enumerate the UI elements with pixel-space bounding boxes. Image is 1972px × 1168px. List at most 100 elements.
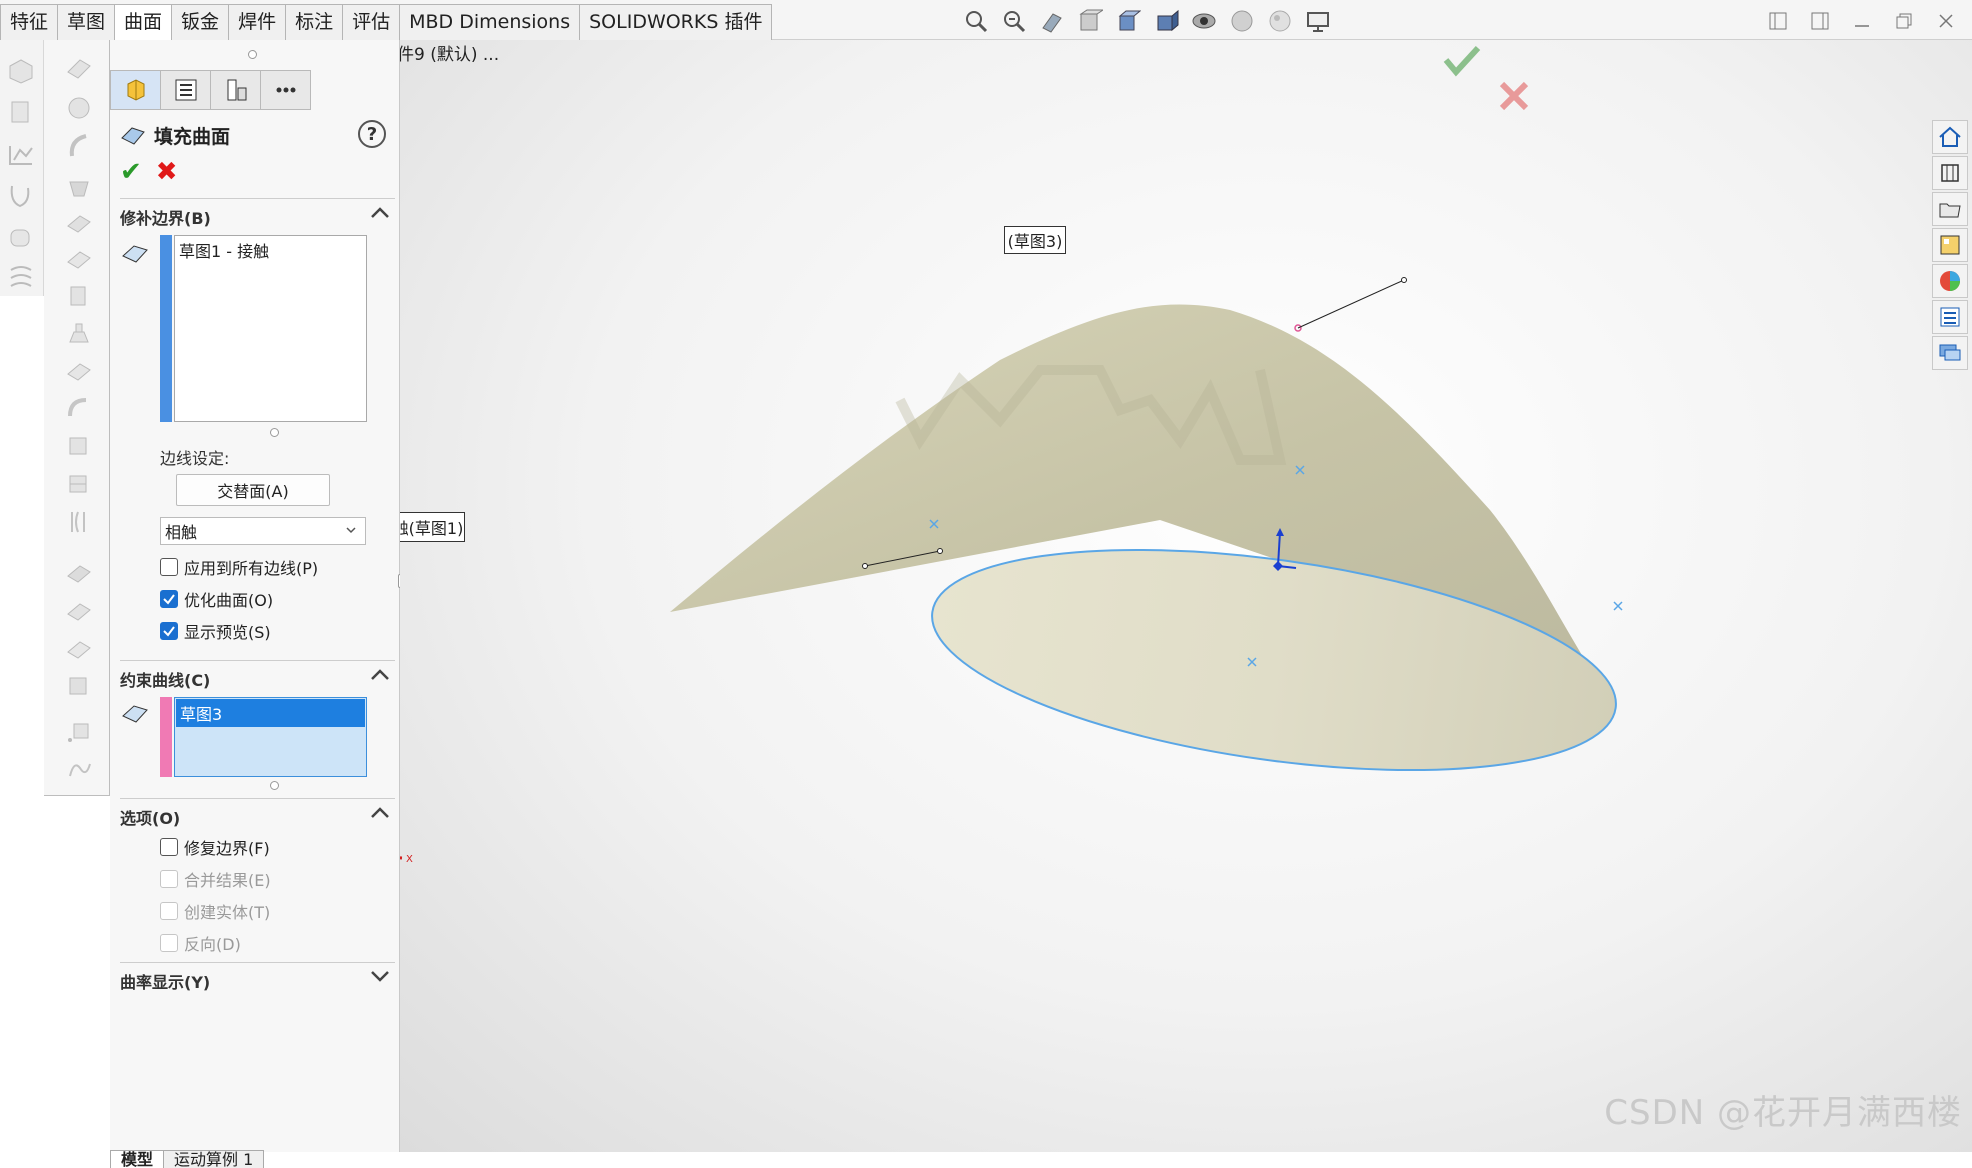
- section-options[interactable]: 选项(O): [120, 798, 395, 828]
- fix-boundary-checkbox[interactable]: 修复边界(F): [160, 835, 270, 859]
- help-button[interactable]: ?: [358, 120, 386, 148]
- list-item[interactable]: 草图3: [176, 699, 365, 727]
- view-settings-icon[interactable]: [1304, 8, 1332, 34]
- checkbox-box[interactable]: [160, 622, 178, 640]
- tab-surfaces[interactable]: 曲面: [114, 4, 173, 40]
- tab-evaluate[interactable]: 评估: [342, 4, 401, 40]
- configuration-manager-tab[interactable]: [210, 70, 261, 110]
- curves-icon[interactable]: [64, 756, 94, 784]
- zoom-to-area-icon[interactable]: [1000, 8, 1028, 34]
- extend-surface-icon[interactable]: [64, 320, 94, 348]
- cut-with-surface-icon[interactable]: [64, 560, 94, 588]
- checkbox-box[interactable]: [160, 902, 178, 920]
- reference-geometry-icon[interactable]: [64, 718, 94, 746]
- alternate-face-button[interactable]: 交替面(A): [176, 474, 330, 506]
- constraint-curves-list[interactable]: 草图3: [174, 697, 367, 777]
- replace-face-icon[interactable]: [64, 282, 94, 310]
- offset-surface-icon[interactable]: [64, 94, 94, 122]
- tab-model[interactable]: 模型: [110, 1150, 165, 1168]
- callout-sketch3[interactable]: (草图3): [1004, 226, 1066, 254]
- checkbox-box[interactable]: [160, 838, 178, 856]
- apply-scene-icon[interactable]: [1266, 8, 1294, 34]
- untrim-surface-icon[interactable]: [64, 394, 94, 422]
- chevron-down-icon[interactable]: [369, 967, 391, 985]
- checkbox-box[interactable]: [160, 934, 178, 952]
- chevron-up-icon[interactable]: [369, 803, 391, 821]
- ruled-surface-icon[interactable]: [64, 132, 94, 160]
- ok-button[interactable]: ✔: [120, 158, 142, 186]
- panel-splitter-handle[interactable]: [248, 50, 257, 59]
- tile-right-icon[interactable]: [1808, 10, 1832, 32]
- confirm-corner-ok-icon[interactable]: [1442, 44, 1482, 78]
- list-resize-handle[interactable]: [270, 781, 279, 790]
- fillet-surface-icon[interactable]: [64, 672, 94, 700]
- tab-solidworks-addins[interactable]: SOLIDWORKS 插件: [579, 4, 773, 40]
- tab-motion-study-1[interactable]: 运动算例 1: [163, 1150, 265, 1168]
- checkbox-box[interactable]: [160, 590, 178, 608]
- confirm-corner-cancel-icon[interactable]: [1498, 80, 1530, 112]
- tab-features[interactable]: 特征: [0, 4, 59, 40]
- knit-surface-icon[interactable]: [64, 432, 94, 460]
- edge-condition-select[interactable]: 相触: [160, 517, 366, 545]
- hide-show-items-icon[interactable]: [1190, 8, 1218, 34]
- ruled-edge-icon[interactable]: [64, 636, 94, 664]
- tab-mbd-dimensions[interactable]: MBD Dimensions: [399, 4, 581, 40]
- section-curvature-display[interactable]: 曲率显示(Y): [120, 962, 395, 992]
- boundary-surface-icon[interactable]: [6, 224, 36, 252]
- section-view-icon[interactable]: [1076, 8, 1104, 34]
- appearances-tab[interactable]: [1932, 264, 1968, 298]
- chevron-up-icon[interactable]: [369, 203, 391, 221]
- thicken-cut-icon[interactable]: [64, 508, 94, 536]
- property-manager-tab[interactable]: [160, 70, 211, 110]
- patch-boundary-list[interactable]: 草图1 - 接触: [174, 235, 367, 422]
- reverse-checkbox[interactable]: 反向(D): [160, 931, 241, 955]
- fill-surface-cmd-icon[interactable]: [64, 174, 94, 202]
- design-library-tab[interactable]: [1932, 156, 1968, 190]
- section-patch-boundary[interactable]: 修补边界(B): [120, 198, 395, 228]
- view-orientation-icon[interactable]: [1114, 8, 1142, 34]
- tab-weldments[interactable]: 焊件: [228, 4, 287, 40]
- restore-icon[interactable]: [1892, 10, 1916, 32]
- feature-tree-flyout[interactable]: 零件9 (默认) ...: [400, 40, 499, 65]
- surface-flatten-icon[interactable]: [64, 598, 94, 626]
- more-tabs[interactable]: [260, 70, 311, 110]
- swept-surface-icon[interactable]: [6, 140, 36, 168]
- checkbox-box[interactable]: [160, 558, 178, 576]
- zoom-to-fit-icon[interactable]: [962, 8, 990, 34]
- tab-sketch[interactable]: 草图: [57, 4, 116, 40]
- delete-face-icon[interactable]: [64, 246, 94, 274]
- checkbox-box[interactable]: [160, 870, 178, 888]
- apply-all-edges-checkbox[interactable]: 应用到所有边线(P): [160, 555, 318, 579]
- lofted-surface-icon[interactable]: [6, 182, 36, 210]
- graphics-area[interactable]: 零件9 (默认) ... (草图3) 接触(草图1) Y X CSDN @花开月…: [400, 40, 1972, 1152]
- solidworks-resources-tab[interactable]: [1932, 120, 1968, 154]
- custom-properties-tab[interactable]: [1932, 300, 1968, 334]
- feature-manager-tab[interactable]: [110, 70, 161, 110]
- revolved-surface-icon[interactable]: [6, 98, 36, 126]
- trim-surface-icon[interactable]: [64, 358, 94, 386]
- previous-view-icon[interactable]: [1038, 8, 1066, 34]
- planar-surface-icon[interactable]: [64, 54, 94, 82]
- tile-left-icon[interactable]: [1766, 10, 1790, 32]
- midsurface-icon[interactable]: [64, 210, 94, 238]
- forum-tab[interactable]: [1932, 336, 1968, 370]
- optimize-surface-checkbox[interactable]: 优化曲面(O): [160, 587, 273, 611]
- tab-sheet-metal[interactable]: 钣金: [171, 4, 230, 40]
- file-explorer-tab[interactable]: [1932, 192, 1968, 226]
- list-resize-handle[interactable]: [270, 428, 279, 437]
- list-item[interactable]: 草图1 - 接触: [175, 236, 366, 264]
- show-preview-checkbox[interactable]: 显示预览(S): [160, 619, 271, 643]
- tab-annotations[interactable]: 标注: [285, 4, 344, 40]
- cancel-button[interactable]: ✖: [156, 158, 178, 186]
- edit-appearance-icon[interactable]: [1228, 8, 1256, 34]
- section-constraint-curves[interactable]: 约束曲线(C): [120, 660, 395, 690]
- display-style-icon[interactable]: [1152, 8, 1180, 34]
- merge-result-checkbox[interactable]: 合并结果(E): [160, 867, 271, 891]
- freeform-icon[interactable]: [6, 262, 36, 290]
- thicken-icon[interactable]: [64, 470, 94, 498]
- callout-contact-sketch1[interactable]: 接触(草图1): [400, 512, 465, 542]
- create-solid-checkbox[interactable]: 创建实体(T): [160, 899, 270, 923]
- chevron-up-icon[interactable]: [369, 665, 391, 683]
- close-icon[interactable]: [1934, 10, 1958, 32]
- minimize-icon[interactable]: [1850, 10, 1874, 32]
